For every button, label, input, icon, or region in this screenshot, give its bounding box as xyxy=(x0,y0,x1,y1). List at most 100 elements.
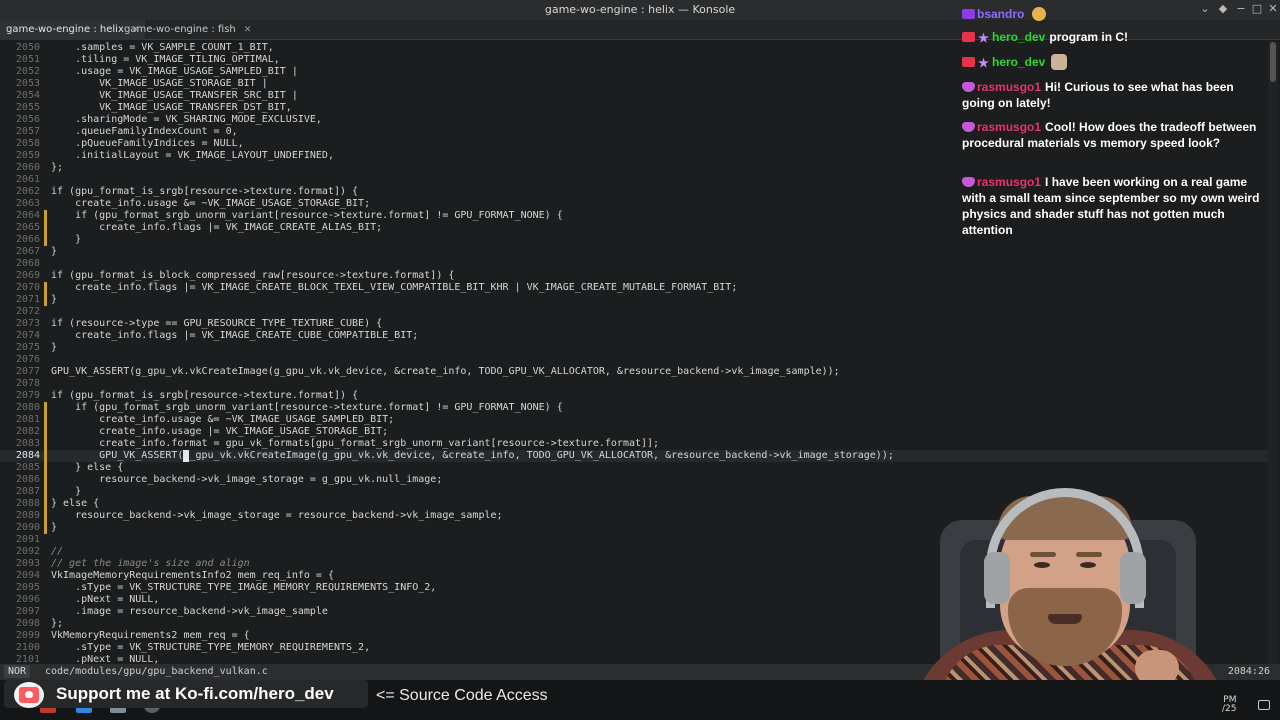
code-line[interactable]: 2079 if (gpu_format_is_srgb[resource->tex… xyxy=(0,390,1270,402)
tab-label: game-wo-engine : fish xyxy=(124,24,236,35)
code-line[interactable]: 2060}; xyxy=(0,162,1270,174)
code-text: } else { xyxy=(51,498,100,509)
line-number: 2054 xyxy=(15,90,40,101)
code-line[interactable]: 2073 if (resource->type == GPU_RESOURCE_T… xyxy=(0,318,1270,330)
vertical-scrollbar[interactable] xyxy=(1268,42,1278,664)
git-modified-marker xyxy=(44,282,47,294)
code-text: if (gpu_format_is_block_compressed_raw[r… xyxy=(51,270,455,281)
close-window-button[interactable]: ✕ xyxy=(1266,2,1280,15)
line-number: 2061 xyxy=(15,174,40,185)
star-badge-icon: ★ xyxy=(978,56,989,70)
code-line[interactable]: 2083 create_info.format = gpu_vk_formats… xyxy=(0,438,1270,450)
chat-message: rasmusgo1 Cool! How does the tradeoff bet… xyxy=(962,119,1262,151)
chat-message: rasmusgo1 Hi! Curious to see what has bee… xyxy=(962,79,1262,111)
code-line[interactable]: 2081 create_info.usage &= ~VK_IMAGE_USAG… xyxy=(0,414,1270,426)
heart-badge-icon xyxy=(962,82,975,92)
show-desktop-icon[interactable] xyxy=(1258,700,1270,710)
line-number: 2052 xyxy=(15,66,40,77)
git-modified-marker xyxy=(44,474,47,486)
chat-message: ★ hero_dev program in C! xyxy=(962,29,1262,46)
git-modified-marker xyxy=(44,210,47,222)
line-number: 2051 xyxy=(15,54,40,65)
line-number: 2090 xyxy=(15,522,40,533)
line-number: 2057 xyxy=(15,126,40,137)
line-number: 2076 xyxy=(15,354,40,365)
line-number: 2055 xyxy=(15,102,40,113)
line-number: 2089 xyxy=(15,510,40,521)
kofi-cup-icon xyxy=(19,687,39,703)
code-text: } xyxy=(51,486,82,497)
clock-date: /25 xyxy=(1222,704,1237,714)
close-icon[interactable]: ✕ xyxy=(244,25,252,35)
code-text: if (gpu_format_is_srgb[resource->texture… xyxy=(51,390,359,401)
code-text: VK_IMAGE_USAGE_STORAGE_BIT | xyxy=(51,78,268,89)
code-text: .image = resource_backend->vk_image_samp… xyxy=(51,606,328,617)
code-line[interactable]: 2082 create_info.usage |= VK_IMAGE_USAGE… xyxy=(0,426,1270,438)
code-text: if (gpu_format_srgb_unorm_variant[resour… xyxy=(51,402,563,413)
code-text: create_info.format = gpu_vk_formats[gpu_… xyxy=(51,438,660,449)
code-text: .pNext = NULL, xyxy=(51,594,160,605)
line-number: 2073 xyxy=(15,318,40,329)
code-text: .sType = VK_STRUCTURE_TYPE_IMAGE_MEMORY_… xyxy=(51,582,437,593)
code-text: } xyxy=(51,522,58,533)
tab-fish[interactable]: game-wo-engine : fish ✕ xyxy=(118,20,257,40)
scrollbar-thumb[interactable] xyxy=(1270,42,1276,82)
code-text: create_info.usage &= ~VK_IMAGE_USAGE_STO… xyxy=(51,198,371,209)
chat-username: rasmusgo1 xyxy=(977,120,1042,134)
code-text: GPU_VK_ASSERT(g_gpu_vk.vkCreateImage(g_g… xyxy=(51,450,894,461)
code-text: .tiling = VK_IMAGE_TILING_OPTIMAL, xyxy=(51,54,280,65)
earcup xyxy=(1120,552,1146,604)
code-line[interactable]: 2080 if (gpu_format_srgb_unorm_variant[r… xyxy=(0,402,1270,414)
code-text: VK_IMAGE_USAGE_TRANSFER_DST_BIT, xyxy=(51,102,292,113)
code-text: // xyxy=(51,546,64,557)
chat-message: ★ hero_dev xyxy=(962,54,1262,71)
code-line[interactable]: 2069 if (gpu_format_is_block_compressed_r… xyxy=(0,270,1270,282)
git-modified-marker xyxy=(44,426,47,438)
code-text: .usage = VK_IMAGE_USAGE_SAMPLED_BIT | xyxy=(51,66,298,77)
code-line[interactable]: 2067} xyxy=(0,246,1270,258)
code-text: VkImageMemoryRequirementsInfo2 mem_req_i… xyxy=(51,570,334,581)
code-line[interactable]: 2077 GPU_VK_ASSERT(g_gpu_vk.vkCreateImage… xyxy=(0,366,1270,378)
line-number: 2066 xyxy=(15,234,40,245)
code-text: create_info.flags |= VK_IMAGE_CREATE_BLO… xyxy=(51,282,738,293)
code-line[interactable]: 2085 } else { xyxy=(0,462,1270,474)
line-number: 2080 xyxy=(15,402,40,413)
code-line[interactable]: 2072 xyxy=(0,306,1270,318)
code-text: .sharingMode = VK_SHARING_MODE_EXCLUSIVE… xyxy=(51,114,322,125)
code-line[interactable]: 2068 xyxy=(0,258,1270,270)
emote-icon xyxy=(1051,54,1068,70)
code-text: // get the image's size and align xyxy=(51,558,250,569)
code-line[interactable]: 2076 xyxy=(0,354,1270,366)
code-line[interactable]: 2078 xyxy=(0,378,1270,390)
code-line[interactable]: 2075} xyxy=(0,342,1270,354)
code-line[interactable]: 2084 GPU_VK_ASSERT(g_gpu_vk.vkCreateImag… xyxy=(0,450,1270,462)
code-text: if (gpu_format_is_srgb[resource->texture… xyxy=(51,186,359,197)
code-text: GPU_VK_ASSERT(g_gpu_vk.vkCreateImage(g_g… xyxy=(51,366,840,377)
line-number: 2086 xyxy=(15,474,40,485)
code-line[interactable]: 2071} xyxy=(0,294,1270,306)
chat-message: rasmusgo1 I have been working on a real g… xyxy=(962,174,1262,238)
code-text: } xyxy=(51,234,82,245)
code-text: VK_IMAGE_USAGE_TRANSFER_SRC_BIT | xyxy=(51,90,298,101)
line-number: 2064 xyxy=(15,210,40,221)
code-text: } xyxy=(51,294,58,305)
code-text: create_info.flags |= VK_IMAGE_CREATE_CUB… xyxy=(51,330,419,341)
code-text: if (gpu_format_srgb_unorm_variant[resour… xyxy=(51,210,563,221)
code-line[interactable]: 2070 create_info.flags |= VK_IMAGE_CREAT… xyxy=(0,282,1270,294)
git-modified-marker xyxy=(44,438,47,450)
line-number: 2071 xyxy=(15,294,40,305)
chat-username: hero_dev xyxy=(992,30,1046,44)
line-number: 2095 xyxy=(15,582,40,593)
code-line[interactable]: 2059 .initialLayout = VK_IMAGE_LAYOUT_UN… xyxy=(0,150,1270,162)
line-number: 2074 xyxy=(15,330,40,341)
code-line[interactable]: 2074 create_info.flags |= VK_IMAGE_CREAT… xyxy=(0,330,1270,342)
chat-text: program in C! xyxy=(1049,30,1129,44)
code-text: }; xyxy=(51,618,64,629)
kofi-banner-text: Support me at Ko-fi.com/hero_dev xyxy=(56,684,334,703)
chat-username: rasmusgo1 xyxy=(977,80,1042,94)
emote-icon xyxy=(1032,7,1047,21)
code-text: } xyxy=(51,246,58,257)
code-text: .initialLayout = VK_IMAGE_LAYOUT_UNDEFIN… xyxy=(51,150,334,161)
code-text: .pQueueFamilyIndices = NULL, xyxy=(51,138,244,149)
git-modified-marker xyxy=(44,414,47,426)
